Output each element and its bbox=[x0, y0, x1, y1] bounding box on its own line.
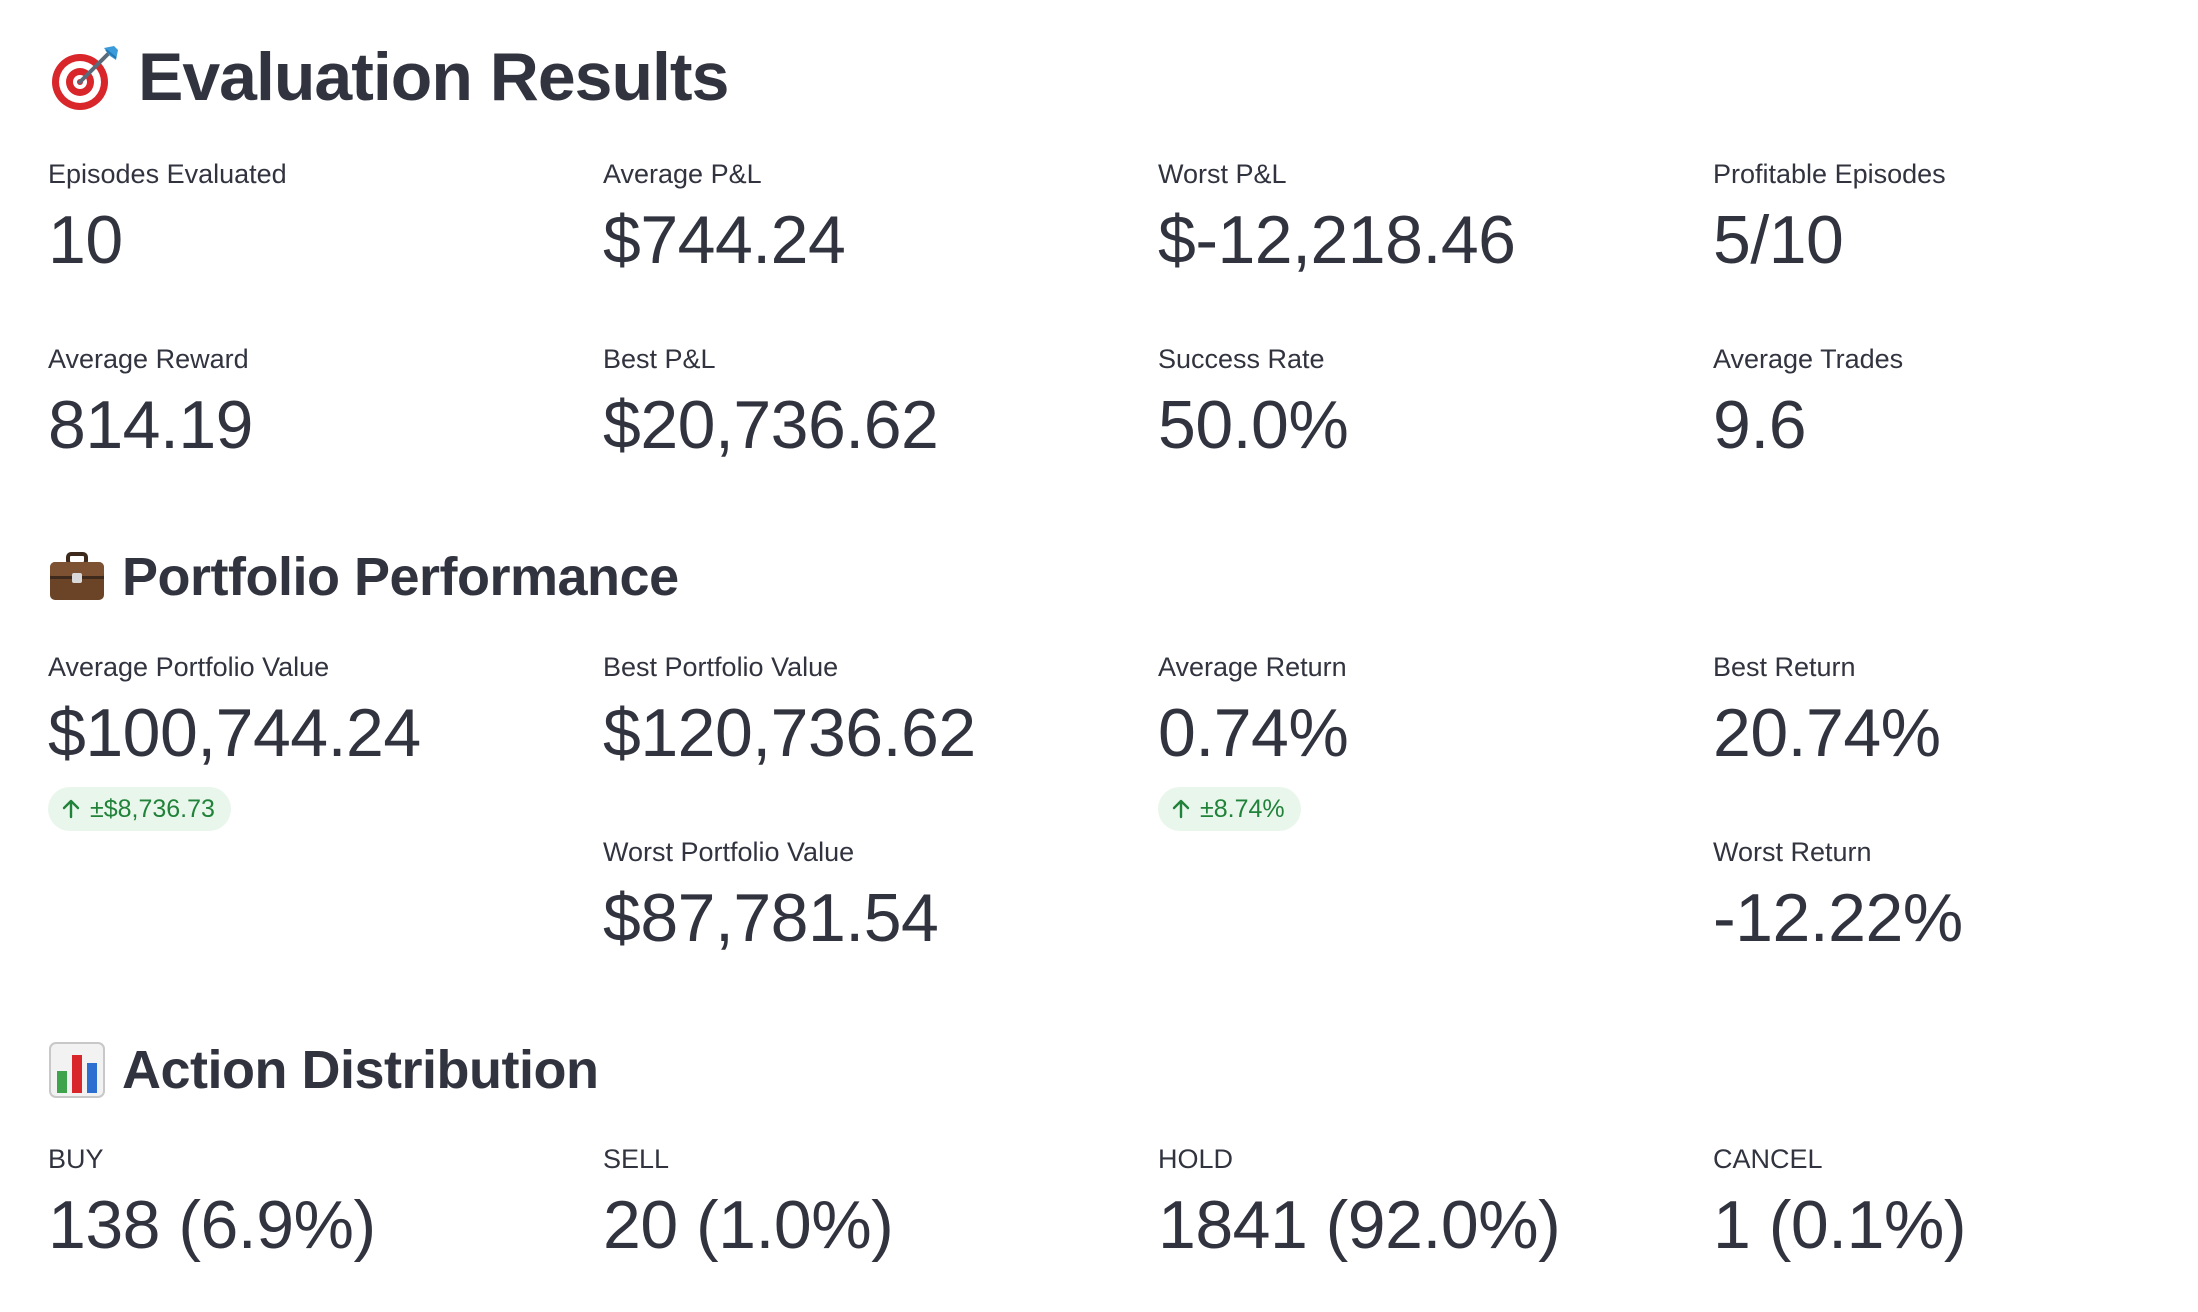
metric-label: Best Return bbox=[1713, 652, 1856, 682]
metric-average-trades: Average Trades 9.6 bbox=[1713, 343, 2198, 467]
metric-average-return: Average Return 0.74% ±8.74% bbox=[1158, 651, 1698, 831]
metric-label: Best Portfolio Value bbox=[603, 652, 839, 682]
metric-label: SELL bbox=[603, 1144, 670, 1174]
metric-value: 50.0% bbox=[1158, 387, 1349, 463]
metric-label: Episodes Evaluated bbox=[48, 159, 287, 189]
metric-best-pnl: Best P&L $20,736.62 bbox=[603, 343, 1143, 467]
metric-value: 1 (0.1%) bbox=[1713, 1187, 1967, 1263]
metric-label: Average Reward bbox=[48, 344, 249, 374]
metric-delta-text: ±$8,736.73 bbox=[90, 795, 215, 823]
metric-value: 9.6 bbox=[1713, 387, 1807, 463]
metric-value: 1841 (92.0%) bbox=[1158, 1187, 1561, 1263]
metric-average-portfolio-value: Average Portfolio Value $100,744.24 ±$8,… bbox=[48, 651, 588, 831]
metric-worst-return: Worst Return -12.22% bbox=[1713, 836, 2198, 960]
metric-episodes-evaluated: Episodes Evaluated 10 bbox=[48, 158, 588, 282]
evaluation-header: Evaluation Results bbox=[48, 39, 729, 115]
metric-value: $120,736.62 bbox=[603, 695, 976, 771]
bar-chart-icon bbox=[49, 1042, 105, 1098]
metric-value: $87,781.54 bbox=[603, 880, 939, 956]
metric-value: 138 (6.9%) bbox=[48, 1187, 376, 1263]
arrow-up-icon bbox=[1172, 799, 1190, 819]
metric-average-pnl: Average P&L $744.24 bbox=[603, 158, 1143, 282]
metric-sell: SELL 20 (1.0%) bbox=[603, 1143, 1143, 1267]
metric-label: Profitable Episodes bbox=[1713, 159, 1946, 189]
metric-delta-badge: ±8.74% bbox=[1158, 787, 1301, 831]
section-title: Action Distribution bbox=[122, 1040, 599, 1100]
metric-label: Best P&L bbox=[603, 344, 716, 374]
metric-label: CANCEL bbox=[1713, 1144, 1823, 1174]
metric-label: Average Portfolio Value bbox=[48, 652, 330, 682]
metric-value: 10 bbox=[48, 202, 123, 278]
metric-best-portfolio-value: Best Portfolio Value $120,736.62 bbox=[603, 651, 1143, 775]
metric-value: $100,744.24 bbox=[48, 695, 421, 771]
metric-worst-pnl: Worst P&L $-12,218.46 bbox=[1158, 158, 1698, 282]
metric-label: Worst P&L bbox=[1158, 159, 1287, 189]
metric-best-return: Best Return 20.74% bbox=[1713, 651, 2198, 775]
metric-label: Average Return bbox=[1158, 652, 1347, 682]
metric-value: 20.74% bbox=[1713, 695, 1941, 771]
metric-delta-badge: ±$8,736.73 bbox=[48, 787, 231, 831]
section-title: Portfolio Performance bbox=[122, 547, 679, 607]
metric-label: Worst Portfolio Value bbox=[603, 837, 855, 867]
metric-average-reward: Average Reward 814.19 bbox=[48, 343, 588, 467]
metric-success-rate: Success Rate 50.0% bbox=[1158, 343, 1698, 467]
metric-value: 20 (1.0%) bbox=[603, 1187, 894, 1263]
metric-value: $20,736.62 bbox=[603, 387, 939, 463]
metric-profitable-episodes: Profitable Episodes 5/10 bbox=[1713, 158, 2198, 282]
metric-worst-portfolio-value: Worst Portfolio Value $87,781.54 bbox=[603, 836, 1143, 960]
portfolio-header: Portfolio Performance bbox=[48, 547, 679, 607]
metric-value: 5/10 bbox=[1713, 202, 1844, 278]
metric-label: HOLD bbox=[1158, 1144, 1234, 1174]
metric-hold: HOLD 1841 (92.0%) bbox=[1158, 1143, 1698, 1267]
dart-target-icon bbox=[52, 46, 118, 110]
metric-buy: BUY 138 (6.9%) bbox=[48, 1143, 588, 1267]
page-title: Evaluation Results bbox=[138, 39, 729, 115]
metric-label: Success Rate bbox=[1158, 344, 1325, 374]
metric-value: 0.74% bbox=[1158, 695, 1349, 771]
metric-label: Worst Return bbox=[1713, 837, 1872, 867]
briefcase-icon bbox=[50, 552, 104, 600]
metric-delta-text: ±8.74% bbox=[1200, 795, 1285, 823]
metric-label: BUY bbox=[48, 1144, 104, 1174]
actions-header: Action Distribution bbox=[48, 1040, 599, 1100]
metric-value: $-12,218.46 bbox=[1158, 202, 1516, 278]
metric-value: 814.19 bbox=[48, 387, 253, 463]
metric-label: Average P&L bbox=[603, 159, 762, 189]
arrow-up-icon bbox=[62, 799, 80, 819]
metric-cancel: CANCEL 1 (0.1%) bbox=[1713, 1143, 2198, 1267]
metric-label: Average Trades bbox=[1713, 344, 1904, 374]
metric-value: -12.22% bbox=[1713, 880, 1963, 956]
metric-value: $744.24 bbox=[603, 202, 846, 278]
